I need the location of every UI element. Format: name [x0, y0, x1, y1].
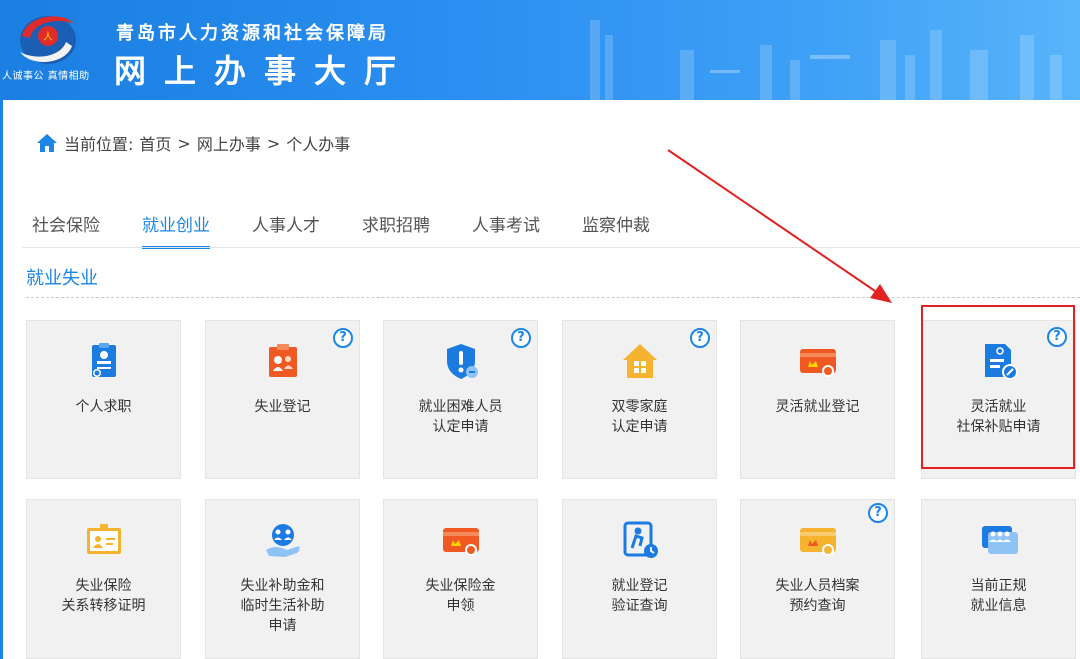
- breadcrumb-home-link[interactable]: 首页: [139, 131, 171, 155]
- side-accent-bar: [0, 100, 3, 659]
- job-seeking-icon: [91, 343, 116, 377]
- service-card-label: 失业补助金和 临时生活补助 申请: [240, 578, 325, 634]
- card-icon: [442, 528, 479, 556]
- tab-supervision-arbitration[interactable]: 监察仲裁: [582, 211, 650, 249]
- breadcrumb-separator: >: [177, 133, 191, 153]
- help-icon[interactable]: ?: [511, 328, 531, 348]
- tab-social-insurance[interactable]: 社会保险: [32, 211, 100, 249]
- tab-personnel-talent[interactable]: 人事人才: [252, 211, 320, 249]
- organization-name: 青岛市人力资源和社会保障局: [116, 23, 389, 44]
- svg-text:人: 人: [43, 31, 53, 43]
- certificate-icon: [86, 524, 121, 554]
- breadcrumb-online-services-link[interactable]: 网上办事: [197, 131, 261, 155]
- breadcrumb: 当前位置: 首页 > 网上办事 > 个人办事: [36, 131, 350, 155]
- service-card-employment-registration-query[interactable]: 就业登记 验证查询: [562, 499, 717, 659]
- tabs-divider: [22, 247, 1080, 248]
- bureau-logo: 人: [20, 16, 76, 64]
- service-card-unemployed-archive-appointment[interactable]: 失业人员档案 预约查询 ?: [740, 499, 895, 659]
- hand-people-icon: [265, 524, 300, 557]
- help-icon[interactable]: ?: [690, 328, 710, 348]
- service-card-unemployment-subsidy[interactable]: 失业补助金和 临时生活补助 申请: [205, 499, 360, 659]
- help-icon[interactable]: ?: [333, 328, 353, 348]
- section-divider: [26, 297, 1080, 298]
- service-card-formal-employment-info[interactable]: 当前正规 就业信息: [921, 499, 1076, 659]
- people-chat-icon: [981, 526, 1018, 554]
- service-card-label: 失业保险 关系转移证明: [61, 578, 146, 614]
- section-title: 就业失业: [26, 268, 98, 289]
- home-icon: [37, 134, 57, 152]
- service-card-unemployment-registration[interactable]: 失业登记 ?: [205, 320, 360, 479]
- breadcrumb-prefix: 当前位置:: [64, 135, 134, 154]
- tab-employment-entrepreneurship[interactable]: 就业创业: [142, 211, 210, 249]
- card-icon: [799, 349, 836, 377]
- unemployment-registration-icon: [268, 344, 297, 377]
- service-card-job-seeking[interactable]: 个人求职: [26, 320, 181, 479]
- help-icon[interactable]: ?: [868, 503, 888, 523]
- service-card-flexible-employment-subsidy[interactable]: 灵活就业 社保补贴申请 ?: [921, 320, 1076, 479]
- city-skyline-image: [590, 20, 1062, 100]
- help-icon[interactable]: ?: [1047, 327, 1067, 347]
- service-card-label: 个人求职: [75, 399, 132, 415]
- site-header: 人 人诚事公 真情相助 青岛市人力资源和社会保障局 网上办事大厅: [0, 0, 1080, 100]
- service-card-label: 失业登记: [254, 399, 311, 415]
- tab-personnel-exam[interactable]: 人事考试: [472, 211, 540, 249]
- service-card-label: 就业困难人员 认定申请: [418, 399, 503, 435]
- service-card-label: 灵活就业登记: [775, 399, 860, 415]
- breadcrumb-separator: >: [266, 133, 281, 153]
- service-card-label: 灵活就业 社保补贴申请: [956, 399, 1041, 435]
- card-icon: [799, 528, 836, 556]
- service-card-unemployment-insurance-claim[interactable]: 失业保险金 申领: [383, 499, 538, 659]
- service-card-employment-difficulty-recognition[interactable]: 就业困难人员 认定申请 ?: [383, 320, 538, 479]
- breadcrumb-current: 个人办事: [286, 135, 351, 154]
- category-tabs: 社会保险 就业创业 人事人才 求职招聘 人事考试 监察仲裁: [32, 211, 692, 249]
- service-card-flexible-employment-registration[interactable]: 灵活就业登记: [740, 320, 895, 479]
- slogan: 人诚事公 真情相助: [2, 71, 90, 82]
- service-card-label: 就业登记 验证查询: [611, 578, 668, 614]
- document-edit-icon: [984, 344, 1018, 380]
- person-clock-icon: [623, 521, 658, 558]
- house-icon: [622, 344, 657, 378]
- tab-job-recruitment[interactable]: 求职招聘: [362, 211, 430, 249]
- service-card-label: 失业人员档案 预约查询: [775, 578, 860, 614]
- shield-icon: [446, 344, 478, 379]
- site-title: 网上办事大厅: [114, 52, 415, 90]
- service-card-label: 失业保险金 申领: [425, 578, 496, 614]
- service-card-label: 双零家庭 认定申请: [611, 399, 668, 435]
- service-card-label: 当前正规 就业信息: [970, 578, 1027, 614]
- service-card-zero-employment-family[interactable]: 双零家庭 认定申请 ?: [562, 320, 717, 479]
- service-card-insurance-transfer-certificate[interactable]: 失业保险 关系转移证明: [26, 499, 181, 659]
